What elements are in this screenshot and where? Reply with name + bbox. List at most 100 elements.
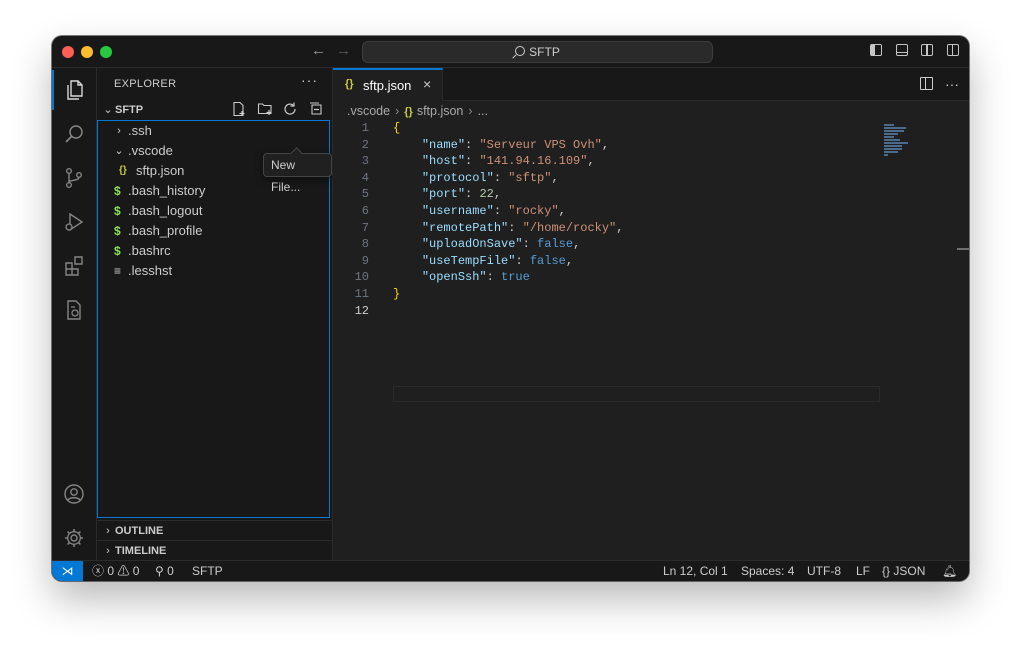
chevron-right-icon: ›	[106, 545, 110, 557]
error-count: 0	[107, 564, 115, 578]
remote-icon: ⋊	[61, 564, 74, 578]
json-brace: {	[393, 121, 401, 135]
breadcrumb-item[interactable]: ...	[478, 104, 488, 118]
timeline-section-title: TIMELINE	[115, 545, 167, 557]
new-file-tooltip: New File...	[263, 153, 332, 194]
json-key: "protocol"	[421, 170, 494, 185]
language-mode[interactable]: {} JSON	[882, 561, 925, 581]
warning-count: 0	[132, 564, 140, 578]
code-line: "port": 22,	[421, 187, 502, 202]
timeline-section-header[interactable]: › TIMELINE	[97, 540, 332, 561]
code-line: "name": "Serveur VPS Ovh",	[421, 137, 610, 152]
error-icon: ⓧ	[92, 564, 105, 578]
new-folder-icon[interactable]	[257, 101, 273, 117]
bell-icon[interactable]: 🔔︎	[942, 561, 957, 581]
toggle-secondary-sidebar-icon[interactable]	[921, 44, 934, 56]
remote-indicator[interactable]: ⋊	[52, 561, 83, 581]
json-key: "port"	[421, 187, 466, 202]
json-file-icon: {}	[345, 78, 354, 90]
tree-item-bash-profile[interactable]: $ .bash_profile	[98, 221, 329, 241]
tree-item-bashrc[interactable]: $ .bashrc	[98, 241, 329, 261]
line-number: 11	[354, 287, 369, 301]
tree-item-label: .vscode	[128, 143, 173, 158]
json-key: "openSsh"	[421, 270, 487, 285]
tree-item-label: .bash_profile	[128, 223, 203, 238]
customize-layout-icon[interactable]	[947, 44, 959, 56]
json-brace: }	[393, 287, 401, 301]
json-file-icon: {}	[119, 165, 127, 176]
breadcrumb-item[interactable]: .vscode	[347, 104, 390, 118]
line-number: 1	[361, 121, 369, 135]
gear-icon	[65, 529, 83, 547]
new-file-icon[interactable]	[231, 101, 247, 117]
accounts-activity[interactable]	[52, 474, 96, 514]
command-center-search[interactable]: SFTP	[362, 41, 713, 63]
refresh-icon[interactable]	[282, 101, 298, 117]
zoom-window-button[interactable]	[100, 46, 112, 58]
ports-indicator[interactable]: ⚲ 0	[155, 561, 174, 581]
editor-area: {} sftp.json × ··· .vscode › {} sftp.json ›.…	[333, 68, 969, 560]
minimap[interactable]	[884, 124, 924, 156]
indentation[interactable]: Spaces: 4	[741, 561, 794, 581]
title-bar: ← → SFTP	[52, 36, 969, 68]
manage-activity[interactable]	[52, 518, 96, 558]
toggle-primary-sidebar-icon[interactable]	[870, 44, 883, 56]
breadcrumb-item[interactable]: sftp.json	[417, 104, 464, 118]
tree-item-lesshst[interactable]: ≡ .lesshst	[98, 261, 329, 281]
json-key: "name"	[421, 137, 466, 152]
run-debug-activity[interactable]	[52, 202, 96, 242]
account-icon	[64, 484, 84, 504]
shell-file-icon: $	[114, 224, 121, 238]
json-key: "host"	[421, 154, 466, 169]
tree-item-label: .lesshst	[128, 263, 173, 278]
text-file-icon: ≡	[114, 264, 122, 278]
cursor-position[interactable]: Ln 12, Col 1	[663, 561, 728, 581]
json-value: false	[537, 237, 574, 252]
back-arrow-icon[interactable]: ←	[311, 42, 326, 60]
line-number: 3	[361, 154, 369, 169]
json-value: "/home/rocky"	[522, 220, 617, 235]
split-editor-icon[interactable]	[920, 77, 933, 90]
tab-label: sftp.json	[363, 78, 412, 93]
extensions-icon	[65, 256, 83, 276]
minimize-window-button[interactable]	[81, 46, 93, 58]
encoding[interactable]: UTF-8	[807, 561, 841, 581]
tab-sftp-json[interactable]: {} sftp.json ×	[333, 68, 443, 101]
breadcrumb: .vscode › {} sftp.json ›...	[347, 104, 488, 118]
tree-item-ssh[interactable]: › .ssh	[98, 121, 329, 141]
tree-item-label: .bash_logout	[128, 203, 203, 218]
extensions-activity[interactable]	[52, 246, 96, 286]
json-key: "uploadOnSave"	[421, 237, 523, 252]
run-debug-icon	[65, 212, 84, 232]
line-number: 10	[354, 270, 369, 285]
breadcrumb-separator-icon: ›	[395, 104, 400, 118]
code-line: {	[393, 120, 400, 137]
json-language-icon: {}	[882, 564, 891, 578]
close-window-button[interactable]	[62, 46, 74, 58]
end-of-line[interactable]: LF	[856, 561, 870, 581]
sidebar-more-actions-icon[interactable]: ···	[301, 72, 318, 88]
chevron-right-icon: ›	[106, 525, 110, 537]
forward-arrow-icon[interactable]: →	[336, 42, 351, 60]
close-icon[interactable]: ×	[423, 76, 431, 92]
search-icon	[515, 46, 526, 56]
sftp-status[interactable]: SFTP	[192, 561, 223, 581]
code-line: "uploadOnSave": false,	[421, 237, 581, 252]
source-control-activity[interactable]	[52, 158, 96, 198]
problems-indicator[interactable]: ⓧ 0 ⚠ 0	[92, 561, 139, 581]
more-actions-icon[interactable]: ···	[945, 76, 959, 92]
layout-controls	[860, 44, 959, 59]
toggle-panel-icon[interactable]	[895, 44, 908, 56]
outline-section-header[interactable]: › OUTLINE	[97, 520, 332, 541]
collapse-all-icon[interactable]	[308, 101, 324, 117]
status-bar: ⋊ ⓧ 0 ⚠ 0 ⚲ 0 SFTP Ln 12, Col 1 Spaces: …	[52, 560, 969, 581]
search-activity[interactable]	[52, 114, 96, 154]
line-number: 9	[361, 253, 369, 268]
code-line: "openSsh": true	[421, 270, 530, 285]
code-line: "protocol": "sftp",	[421, 170, 559, 185]
code-line: "host": "141.94.16.109",	[421, 154, 595, 169]
explorer-activity[interactable]	[52, 70, 96, 110]
code-line: }	[393, 286, 400, 303]
tree-item-bash-logout[interactable]: $ .bash_logout	[98, 201, 329, 221]
remote-explorer-activity[interactable]	[52, 290, 96, 330]
